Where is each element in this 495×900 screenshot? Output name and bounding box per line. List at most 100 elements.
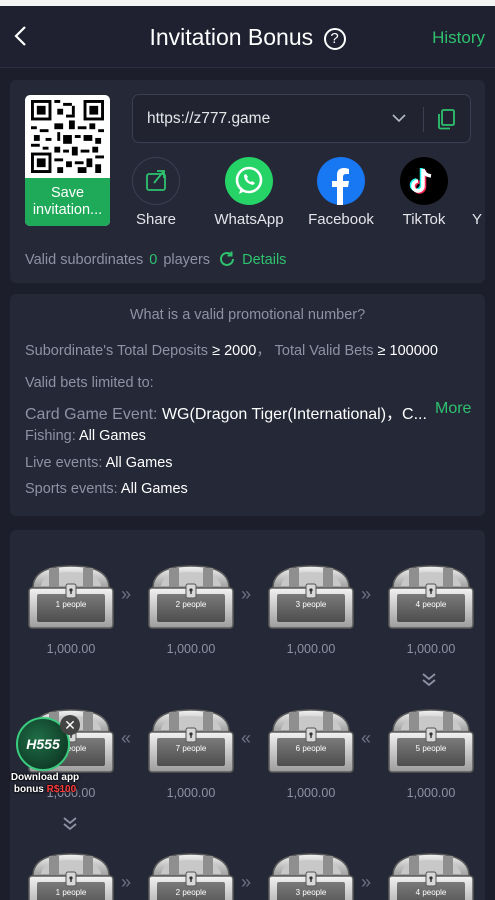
treasure-chest[interactable]: 7 people bbox=[145, 706, 237, 776]
promo-amount: R$100 bbox=[46, 784, 77, 795]
promo-line1: Download app bbox=[10, 772, 80, 783]
title-text: Invitation Bonus bbox=[149, 24, 314, 50]
chest-people-label: 1 people bbox=[55, 600, 87, 609]
invite-url-field[interactable]: https://z777.game bbox=[132, 94, 471, 143]
arrow-right-icon: » bbox=[361, 872, 372, 892]
qr-code[interactable]: Save invitation... bbox=[25, 95, 110, 226]
chest-people-label: 5 people bbox=[415, 744, 447, 753]
valid-count: 0 bbox=[149, 252, 158, 268]
more-link[interactable]: More bbox=[435, 400, 471, 418]
card-game-label: Card Game Event: bbox=[25, 406, 158, 423]
invite-card: Save invitation... https://z777.game Sha… bbox=[10, 80, 485, 283]
arrow-down-icon bbox=[422, 673, 436, 687]
chest-people-label: 1 people bbox=[55, 888, 87, 897]
treasure-chest[interactable]: 4 people bbox=[385, 850, 477, 900]
arrow-right-icon: » bbox=[121, 584, 132, 604]
more-share-button[interactable]: Y bbox=[472, 157, 485, 228]
treasure-chest[interactable]: 3 people bbox=[265, 850, 357, 900]
details-link[interactable]: Details bbox=[242, 252, 286, 268]
copy-icon[interactable] bbox=[435, 107, 459, 131]
sports-value: All Games bbox=[120, 481, 188, 497]
deposits-label: Subordinate's Total Deposits bbox=[25, 343, 209, 359]
chest-amount: 1,000.00 bbox=[46, 642, 96, 656]
fishing-label: Fishing: bbox=[25, 428, 76, 444]
ge-symbol: ≥ bbox=[212, 343, 221, 359]
sports-label: Sports events: bbox=[25, 481, 118, 497]
facebook-button[interactable]: Facebook bbox=[304, 157, 378, 228]
divider bbox=[423, 107, 424, 132]
bets-value: 100000 bbox=[389, 343, 438, 359]
fishing-value: All Games bbox=[79, 428, 146, 444]
download-app-promo[interactable]: H555 ✕ Download app bonus R$100 bbox=[8, 715, 82, 799]
arrow-left-icon: « bbox=[361, 728, 372, 748]
logo-text: H555 bbox=[26, 736, 60, 752]
tiktok-label: TikTok bbox=[402, 211, 446, 228]
treasure-chest[interactable]: 6 people bbox=[265, 706, 357, 776]
live-label: Live events: bbox=[25, 455, 103, 471]
whatsapp-icon bbox=[225, 157, 273, 205]
chest-amount: 1,000.00 bbox=[406, 786, 456, 800]
valid-label: Valid subordinates bbox=[25, 252, 144, 268]
limited-label: Valid bets limited to: bbox=[25, 375, 154, 391]
treasure-chest[interactable]: 3 people bbox=[265, 562, 357, 632]
sports-row: Sports events: All Games bbox=[25, 481, 188, 497]
arrow-right-icon: » bbox=[121, 872, 132, 892]
treasure-chest[interactable]: 4 people bbox=[385, 562, 477, 632]
tiktok-icon bbox=[400, 157, 448, 205]
share-icon bbox=[132, 157, 180, 205]
chest-people-label: 7 people bbox=[175, 744, 207, 753]
chest-people-label: 6 people bbox=[295, 744, 327, 753]
save-invitation-button[interactable]: Save invitation... bbox=[25, 178, 110, 226]
chest-amount: 1,000.00 bbox=[166, 642, 216, 656]
card-game-row: Card Game Event: WG(Dragon Tiger(Interna… bbox=[25, 400, 430, 424]
chest-people-label: 2 people bbox=[175, 600, 207, 609]
rules-card: What is a valid promotional number? Subo… bbox=[10, 294, 485, 516]
card-game-value: WG(Dragon Tiger(International)，C... bbox=[161, 406, 427, 423]
chest-people-label: 4 people bbox=[415, 600, 447, 609]
tiktok-button[interactable]: TikTok bbox=[397, 157, 451, 228]
chest-amount: 1,000.00 bbox=[286, 642, 336, 656]
treasure-chest[interactable]: 2 people bbox=[145, 850, 237, 900]
arrow-down-icon bbox=[63, 817, 77, 831]
chest-people-label: 3 people bbox=[295, 888, 327, 897]
deposits-value: 2000 bbox=[224, 343, 257, 359]
chest-amount: 1,000.00 bbox=[406, 642, 456, 656]
share-button[interactable]: Share bbox=[132, 157, 180, 228]
promo-prefix: bonus bbox=[13, 784, 47, 795]
share-label: Share bbox=[135, 211, 177, 228]
refresh-icon[interactable] bbox=[218, 250, 236, 268]
facebook-icon bbox=[317, 157, 365, 205]
rules-question[interactable]: What is a valid promotional number? bbox=[10, 307, 485, 323]
live-row: Live events: All Games bbox=[25, 455, 173, 471]
live-value: All Games bbox=[105, 455, 173, 471]
whatsapp-label: WhatsApp bbox=[214, 211, 284, 228]
help-icon[interactable]: ? bbox=[323, 28, 346, 50]
chest-amount: 1,000.00 bbox=[286, 786, 336, 800]
facebook-label: Facebook bbox=[308, 211, 374, 228]
close-icon[interactable]: ✕ bbox=[60, 715, 80, 735]
bets-label: Total Valid Bets bbox=[274, 343, 374, 359]
treasure-chest[interactable]: 1 people bbox=[25, 562, 117, 632]
players-label: players bbox=[163, 252, 211, 268]
chevron-down-icon[interactable] bbox=[389, 108, 409, 128]
invite-url: https://z777.game bbox=[147, 110, 271, 127]
more-share-label: Y bbox=[472, 211, 483, 228]
valid-subordinates: Valid subordinates 0 players Details bbox=[25, 250, 286, 268]
arrow-right-icon: » bbox=[361, 584, 372, 604]
history-link[interactable]: History bbox=[432, 28, 485, 48]
chest-people-label: 4 people bbox=[415, 888, 447, 897]
whatsapp-button[interactable]: WhatsApp bbox=[210, 157, 288, 228]
arrow-left-icon: « bbox=[121, 728, 132, 748]
requirements: Subordinate's Total Deposits ≥ 2000， Tot… bbox=[25, 343, 438, 359]
header: Invitation Bonus ? History bbox=[0, 6, 495, 68]
treasure-chest[interactable]: 2 people bbox=[145, 562, 237, 632]
share-row: Share WhatsApp Facebook TikTok Y bbox=[132, 157, 485, 229]
qr-code-image bbox=[31, 100, 104, 173]
treasure-chest[interactable]: 5 people bbox=[385, 706, 477, 776]
arrow-right-icon: » bbox=[241, 872, 252, 892]
fishing-row: Fishing: All Games bbox=[25, 428, 146, 444]
treasure-chest[interactable]: 1 people bbox=[25, 850, 117, 900]
chest-people-label: 3 people bbox=[295, 600, 327, 609]
ge-symbol: ≥ bbox=[377, 343, 386, 359]
chest-people-label: 2 people bbox=[175, 888, 207, 897]
